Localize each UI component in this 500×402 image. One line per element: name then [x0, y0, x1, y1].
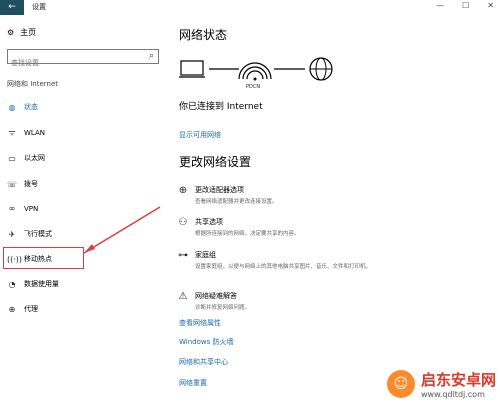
adapter-icon: ⊕ [178, 185, 188, 196]
network-properties-link[interactable]: 查看网络属性 [179, 318, 221, 328]
globe-icon: ◍ [8, 102, 16, 112]
search-input[interactable] [8, 56, 144, 70]
home-label: 主页 [20, 28, 37, 37]
computer-icon [179, 60, 205, 78]
gear-icon: ⚙ [7, 28, 15, 37]
option-title: 网络疑难解答 [195, 292, 237, 300]
minimize-button[interactable]: — [436, 1, 444, 10]
change-settings-title: 更改网络设置 [179, 155, 252, 169]
network-name: PDCN [246, 84, 261, 90]
sidebar-item-data-usage[interactable]: ◔ 数据使用量 [7, 279, 60, 289]
option-title: 家庭组 [195, 251, 216, 259]
highlight-box [3, 247, 84, 269]
section-title: 网络和 Internet [7, 80, 59, 88]
connection-status: 你已连接到 Internet [179, 102, 263, 112]
back-button[interactable]: ← [0, 0, 24, 15]
sidebar-item-proxy[interactable]: ⊕ 代理 [7, 304, 38, 314]
firewall-link[interactable]: Windows 防火墙 [179, 337, 233, 347]
sharing-icon: ⚇ [178, 217, 188, 228]
option-homegroup[interactable]: ⊶ 家庭组 设置家庭组，以便与网络上的其他电脑共享图片、音乐、文件和打印机。 [177, 250, 410, 270]
ethernet-icon: ▭ [8, 153, 16, 163]
sidebar-item-label: 飞行模式 [24, 230, 52, 238]
search-icon[interactable]: ⌕ [149, 51, 154, 61]
airplane-icon: ✈ [8, 229, 16, 239]
sidebar-item-label: 数据使用量 [24, 280, 59, 288]
homegroup-icon: ⊶ [178, 250, 188, 261]
option-title: 共享选项 [195, 218, 223, 226]
option-desc: 诊断并修复网络问题。 [195, 305, 251, 311]
option-title: 更改适配器选项 [195, 186, 244, 194]
watermark-title: 启东安卓网 [420, 371, 496, 389]
watermark: ☺ 启东安卓网 www.qdltdj.com [386, 369, 496, 399]
maximize-button[interactable]: ☐ [462, 1, 469, 10]
warning-icon: ⚠ [178, 291, 188, 302]
option-desc: 查看网络适配器并更改连接设置。 [195, 199, 278, 205]
phone-icon: ☏ [7, 179, 18, 189]
globe-icon [309, 57, 333, 81]
window-controls: — ☐ ✕ [436, 1, 494, 10]
wifi-icon: ᯤ [8, 128, 16, 137]
sidebar-item-airplane[interactable]: ✈ 飞行模式 [7, 229, 52, 239]
sharing-center-link[interactable]: 网络和共享中心 [179, 357, 228, 367]
network-reset-link[interactable]: 网络重置 [179, 378, 207, 388]
page-title: 网络状态 [179, 28, 228, 42]
sidebar-item-label: 代理 [24, 305, 38, 313]
search-box[interactable]: ⌕ [7, 49, 159, 70]
sidebar-item-ethernet[interactable]: ▭ 以太网 [7, 153, 45, 163]
sidebar-item-label: 状态 [24, 103, 38, 111]
sidebar-item-label: VPN [24, 204, 39, 213]
proxy-icon: ⊕ [8, 304, 16, 314]
window-title: 设置 [32, 3, 46, 11]
wifi-icon [238, 62, 272, 81]
show-networks-link[interactable]: 显示可用网络 [179, 130, 221, 140]
sidebar-item-dialup[interactable]: ☏ 拨号 [7, 179, 38, 189]
sidebar-item-vpn[interactable]: ∞ VPN [7, 204, 39, 213]
sidebar-item-wlan[interactable]: ᯤ WLAN [7, 127, 45, 138]
watermark-url: www.qdltdj.com [420, 390, 485, 399]
sidebar-item-label: 拨号 [24, 180, 38, 188]
sidebar-item-label: WLAN [24, 128, 46, 137]
vpn-icon: ∞ [8, 204, 16, 213]
option-desc: 设置家庭组，以便与网络上的其他电脑共享图片、音乐、文件和打印机。 [195, 264, 372, 270]
close-button[interactable]: ✕ [487, 1, 494, 10]
option-adapter[interactable]: ⊕ 更改适配器选项 查看网络适配器并更改连接设置。 [177, 185, 395, 205]
option-desc: 根据所连接到的网络，决定要共享的内容。 [195, 231, 300, 237]
title-bar: ← 设置 — ☐ ✕ [0, 0, 500, 15]
sidebar-item-status[interactable]: ◍ 状态 [7, 102, 39, 112]
option-sharing[interactable]: ⚇ 共享选项 根据所连接到的网络，决定要共享的内容。 [177, 217, 395, 237]
option-troubleshoot[interactable]: ⚠ 网络疑难解答 诊断并修复网络问题。 [177, 291, 395, 311]
sidebar-item-label: 以太网 [24, 154, 45, 162]
data-icon: ◔ [8, 279, 16, 289]
sidebar-home[interactable]: ⚙ 主页 [7, 27, 36, 38]
watermark-logo-icon: ☺ [386, 370, 415, 398]
